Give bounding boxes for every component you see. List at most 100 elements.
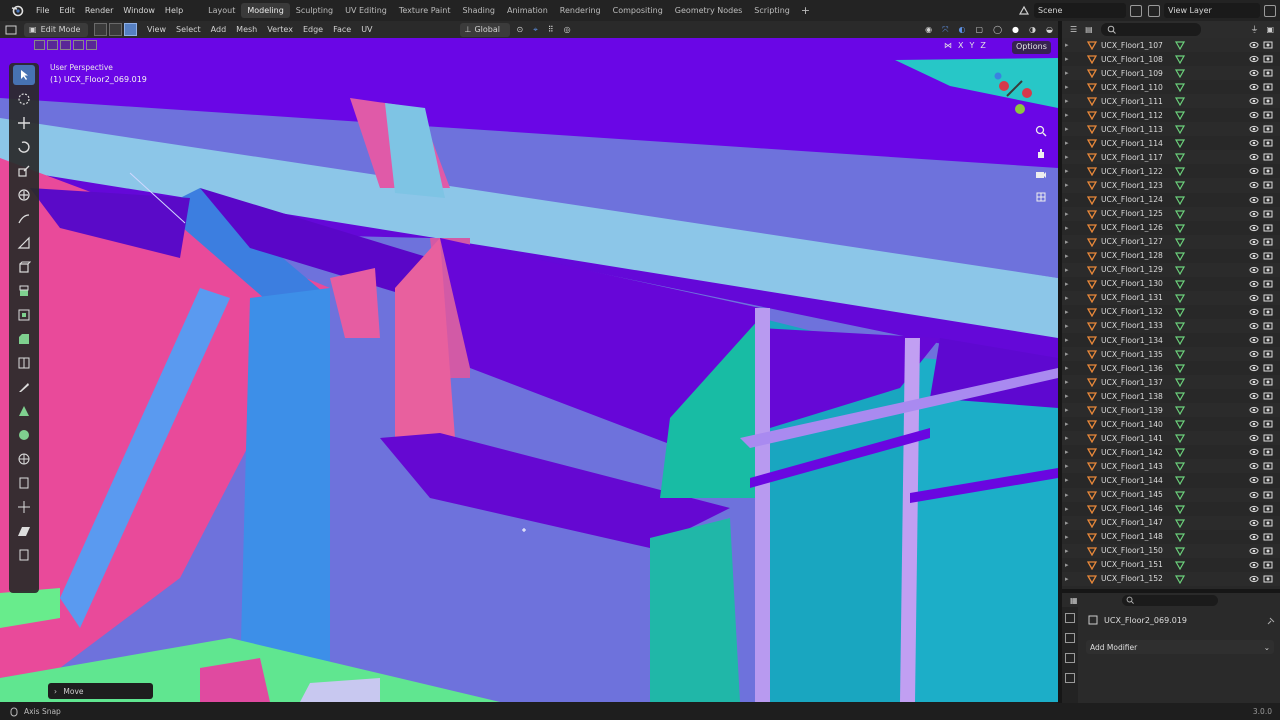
outliner-item-name[interactable]: UCX_Floor1_128 [1101,251,1175,260]
visibility-eye-icon[interactable] [1249,335,1259,345]
visibility-eye-icon[interactable] [1249,307,1259,317]
expand-arrow-icon[interactable]: ▸ [1065,125,1075,133]
outliner-item-name[interactable]: UCX_Floor1_145 [1101,490,1175,499]
viewport-scene[interactable] [0,38,1058,702]
mesh-data-icon[interactable] [1174,321,1186,332]
menu-file[interactable]: File [31,6,54,15]
outliner-row[interactable]: ▸ UCX_Floor1_144 [1062,473,1280,487]
zoom-icon[interactable] [1033,123,1049,139]
shrink-fatten-tool[interactable] [13,497,35,517]
expand-arrow-icon[interactable]: ▸ [1065,55,1075,63]
visibility-eye-icon[interactable] [1249,419,1259,429]
expand-arrow-icon[interactable]: ▸ [1065,69,1075,77]
render-camera-icon[interactable] [1263,251,1273,261]
expand-arrow-icon[interactable]: ▸ [1065,575,1075,583]
poly-build-tool[interactable] [13,401,35,421]
menu-select[interactable]: Select [171,23,206,37]
mesh-data-icon[interactable] [1174,419,1186,430]
mesh-data-icon[interactable] [1174,518,1186,528]
outliner-item-name[interactable]: UCX_Floor1_137 [1101,378,1175,387]
outliner-row[interactable]: ▸ UCX_Floor1_127 [1062,234,1280,249]
render-camera-icon[interactable] [1263,138,1273,148]
visibility-eye-icon[interactable] [1249,180,1259,190]
face-select-button[interactable] [124,23,137,36]
snap-icon[interactable]: ⌖ [528,23,543,37]
menu-edit[interactable]: Edit [54,6,80,15]
visibility-eye-icon[interactable] [1249,251,1259,261]
render-camera-icon[interactable] [1263,293,1273,303]
visibility-eye-icon[interactable] [1249,518,1259,528]
mesh-data-icon[interactable] [1174,54,1186,65]
perspective-grid-icon[interactable] [1033,189,1049,205]
shading-material-icon[interactable]: ◑ [1024,23,1041,37]
menu-uv[interactable]: UV [356,23,377,37]
snap-target-icon[interactable]: ⠿ [543,23,559,37]
outliner-item-name[interactable]: UCX_Floor1_125 [1101,209,1175,218]
visibility-eye-icon[interactable] [1249,138,1259,148]
outliner-row[interactable]: ▸ UCX_Floor1_132 [1062,305,1280,319]
render-camera-icon[interactable] [1263,461,1273,471]
outliner-row[interactable]: ▸ UCX_Floor1_135 [1062,347,1280,362]
outliner-row[interactable]: ▸ UCX_Floor1_151 [1062,558,1280,572]
mesh-data-icon[interactable] [1174,96,1186,107]
menu-render[interactable]: Render [80,6,118,15]
render-camera-icon[interactable] [1263,180,1273,190]
render-camera-icon[interactable] [1263,377,1273,387]
outliner-row[interactable]: ▸ UCX_Floor1_129 [1062,262,1280,277]
expand-arrow-icon[interactable]: ▸ [1065,266,1075,274]
add-cube-tool[interactable] [13,257,35,277]
render-camera-icon[interactable] [1263,574,1273,584]
tab-rendering[interactable]: Rendering [554,3,607,18]
outliner-item-name[interactable]: UCX_Floor1_132 [1101,307,1175,316]
render-camera-icon[interactable] [1263,82,1273,92]
menu-vertex[interactable]: Vertex [262,23,298,37]
scene-name-field[interactable]: Scene [1034,3,1126,18]
visibility-eye-icon[interactable] [1249,209,1259,219]
render-camera-icon[interactable] [1263,265,1273,275]
overlay-toggle-icon[interactable]: ◐ [954,23,971,37]
tab-compositing[interactable]: Compositing [607,3,669,18]
outliner-row[interactable]: ▸ UCX_Floor1_108 [1062,52,1280,66]
mesh-data-icon[interactable] [1174,110,1186,121]
blender-logo-icon[interactable] [9,3,25,19]
loop-cut-tool[interactable] [13,353,35,373]
outliner-row[interactable]: ▸ UCX_Floor1_147 [1062,515,1280,530]
transform-tool[interactable] [13,185,35,205]
expand-arrow-icon[interactable]: ▸ [1065,139,1075,147]
mesh-data-icon[interactable] [1174,195,1186,205]
visibility-eye-icon[interactable] [1249,166,1259,176]
render-camera-icon[interactable] [1263,279,1273,289]
edge-select-button[interactable] [109,23,122,36]
mesh-data-icon[interactable] [1174,574,1186,585]
expand-arrow-icon[interactable]: ▸ [1065,392,1075,400]
mesh-data-icon[interactable] [1174,447,1186,458]
tab-uv-editing[interactable]: UV Editing [339,3,393,18]
outliner-row[interactable]: ▸ UCX_Floor1_111 [1062,94,1280,109]
3d-viewport[interactable]: User Perspective (1) UCX_Floor2_069.019 … [0,38,1058,702]
visibility-eye-icon[interactable] [1249,54,1259,64]
outliner-row[interactable]: ▸ UCX_Floor1_110 [1062,80,1280,94]
axis-x-toggle[interactable]: X [958,41,963,50]
expand-arrow-icon[interactable]: ▸ [1065,406,1075,414]
outliner-item-name[interactable]: UCX_Floor1_144 [1101,476,1175,485]
smooth-tool[interactable] [13,449,35,469]
last-operator-panel[interactable]: › Move [48,683,153,699]
mesh-data-icon[interactable] [1174,180,1186,191]
mesh-data-icon[interactable] [1174,279,1186,290]
mesh-data-icon[interactable] [1174,124,1186,135]
tab-animation[interactable]: Animation [501,3,554,18]
outliner-item-name[interactable]: UCX_Floor1_131 [1101,293,1175,302]
outliner-item-name[interactable]: UCX_Floor1_140 [1101,420,1175,429]
expand-arrow-icon[interactable]: ▸ [1065,181,1075,189]
outliner-item-name[interactable]: UCX_Floor1_117 [1101,153,1175,162]
visibility-eye-icon[interactable] [1249,532,1259,542]
render-camera-icon[interactable] [1263,195,1273,205]
navigation-gizmo[interactable] [962,56,1052,130]
render-camera-icon[interactable] [1263,532,1273,542]
visibility-eye-icon[interactable] [1249,68,1259,78]
mesh-data-icon[interactable] [1174,504,1186,514]
tab-geometry-nodes[interactable]: Geometry Nodes [669,3,748,18]
expand-arrow-icon[interactable]: ▸ [1065,476,1075,484]
render-camera-icon[interactable] [1263,405,1273,415]
outliner-row[interactable]: ▸ UCX_Floor1_128 [1062,249,1280,263]
